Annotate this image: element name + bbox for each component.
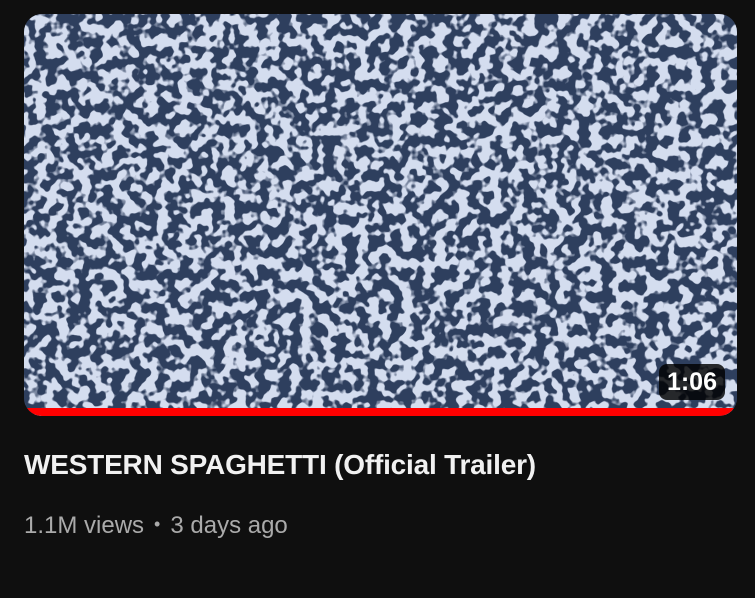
separator-dot: •	[154, 514, 161, 534]
duration-badge: 1:06	[658, 364, 725, 400]
watch-progress-bar	[24, 408, 737, 416]
static-noise-image	[24, 14, 737, 416]
video-metadata: 1.1M views • 3 days ago	[24, 508, 288, 542]
watch-progress-fill	[24, 408, 737, 416]
video-title[interactable]: WESTERN SPAGHETTI (Official Trailer)	[24, 447, 734, 483]
video-thumbnail[interactable]: 1:06	[24, 14, 737, 416]
view-count: 1.1M views	[24, 512, 145, 539]
upload-age: 3 days ago	[170, 512, 288, 539]
video-card[interactable]: 1:06 WESTERN SPAGHETTI (Official Trailer…	[0, 0, 755, 598]
